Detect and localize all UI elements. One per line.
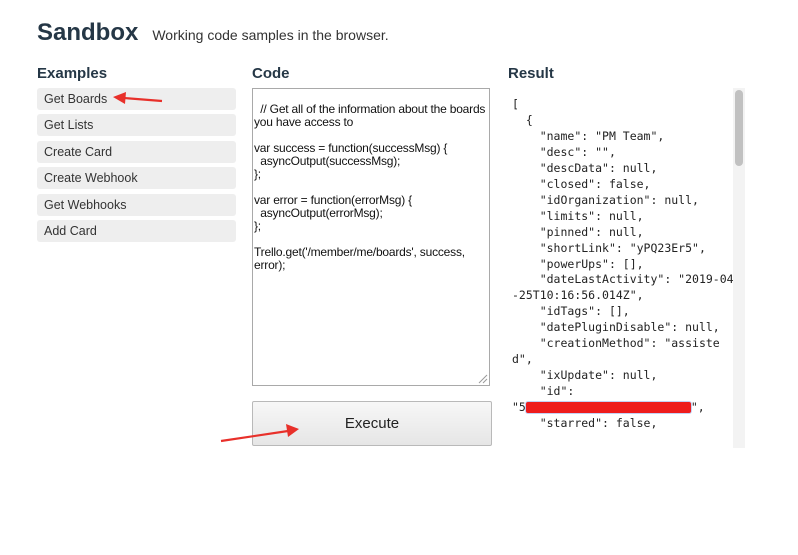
execute-button[interactable]: Execute	[252, 401, 492, 446]
examples-heading: Examples	[37, 65, 108, 82]
result-heading: Result	[508, 65, 554, 82]
example-create-card[interactable]: Create Card	[37, 140, 236, 163]
examples-list: Get Boards Get Lists Create Card Create …	[37, 88, 236, 246]
example-get-boards[interactable]: Get Boards	[37, 88, 236, 110]
result-id-open: "5	[512, 400, 526, 415]
scrollbar-thumb[interactable]	[735, 90, 743, 166]
code-heading: Code	[252, 65, 290, 82]
page-header: Sandbox Working code samples in the brow…	[37, 19, 389, 47]
result-json: [ { "name": "PM Team", "desc": "", "desc…	[512, 97, 734, 432]
result-id-close: ",	[690, 400, 705, 415]
result-panel: [ { "name": "PM Team", "desc": "", "desc…	[508, 88, 745, 448]
resize-grip-icon[interactable]	[477, 373, 488, 384]
result-text-bottom: "starred": false,	[539, 416, 658, 431]
example-get-lists[interactable]: Get Lists	[37, 114, 236, 137]
code-editor[interactable]: // Get all of the information about the …	[252, 88, 490, 386]
result-text-top: [ { "name": "PM Team", "desc": "", "desc…	[512, 97, 734, 399]
result-scrollbar[interactable]	[733, 88, 745, 448]
example-add-card[interactable]: Add Card	[37, 219, 236, 242]
redaction-mark	[525, 402, 691, 414]
code-text: // Get all of the information about the …	[254, 102, 486, 272]
example-get-webhooks[interactable]: Get Webhooks	[37, 193, 236, 216]
page-title: Sandbox	[37, 19, 139, 46]
example-create-webhook[interactable]: Create Webhook	[37, 167, 236, 190]
page-subtitle: Working code samples in the browser.	[152, 27, 389, 43]
